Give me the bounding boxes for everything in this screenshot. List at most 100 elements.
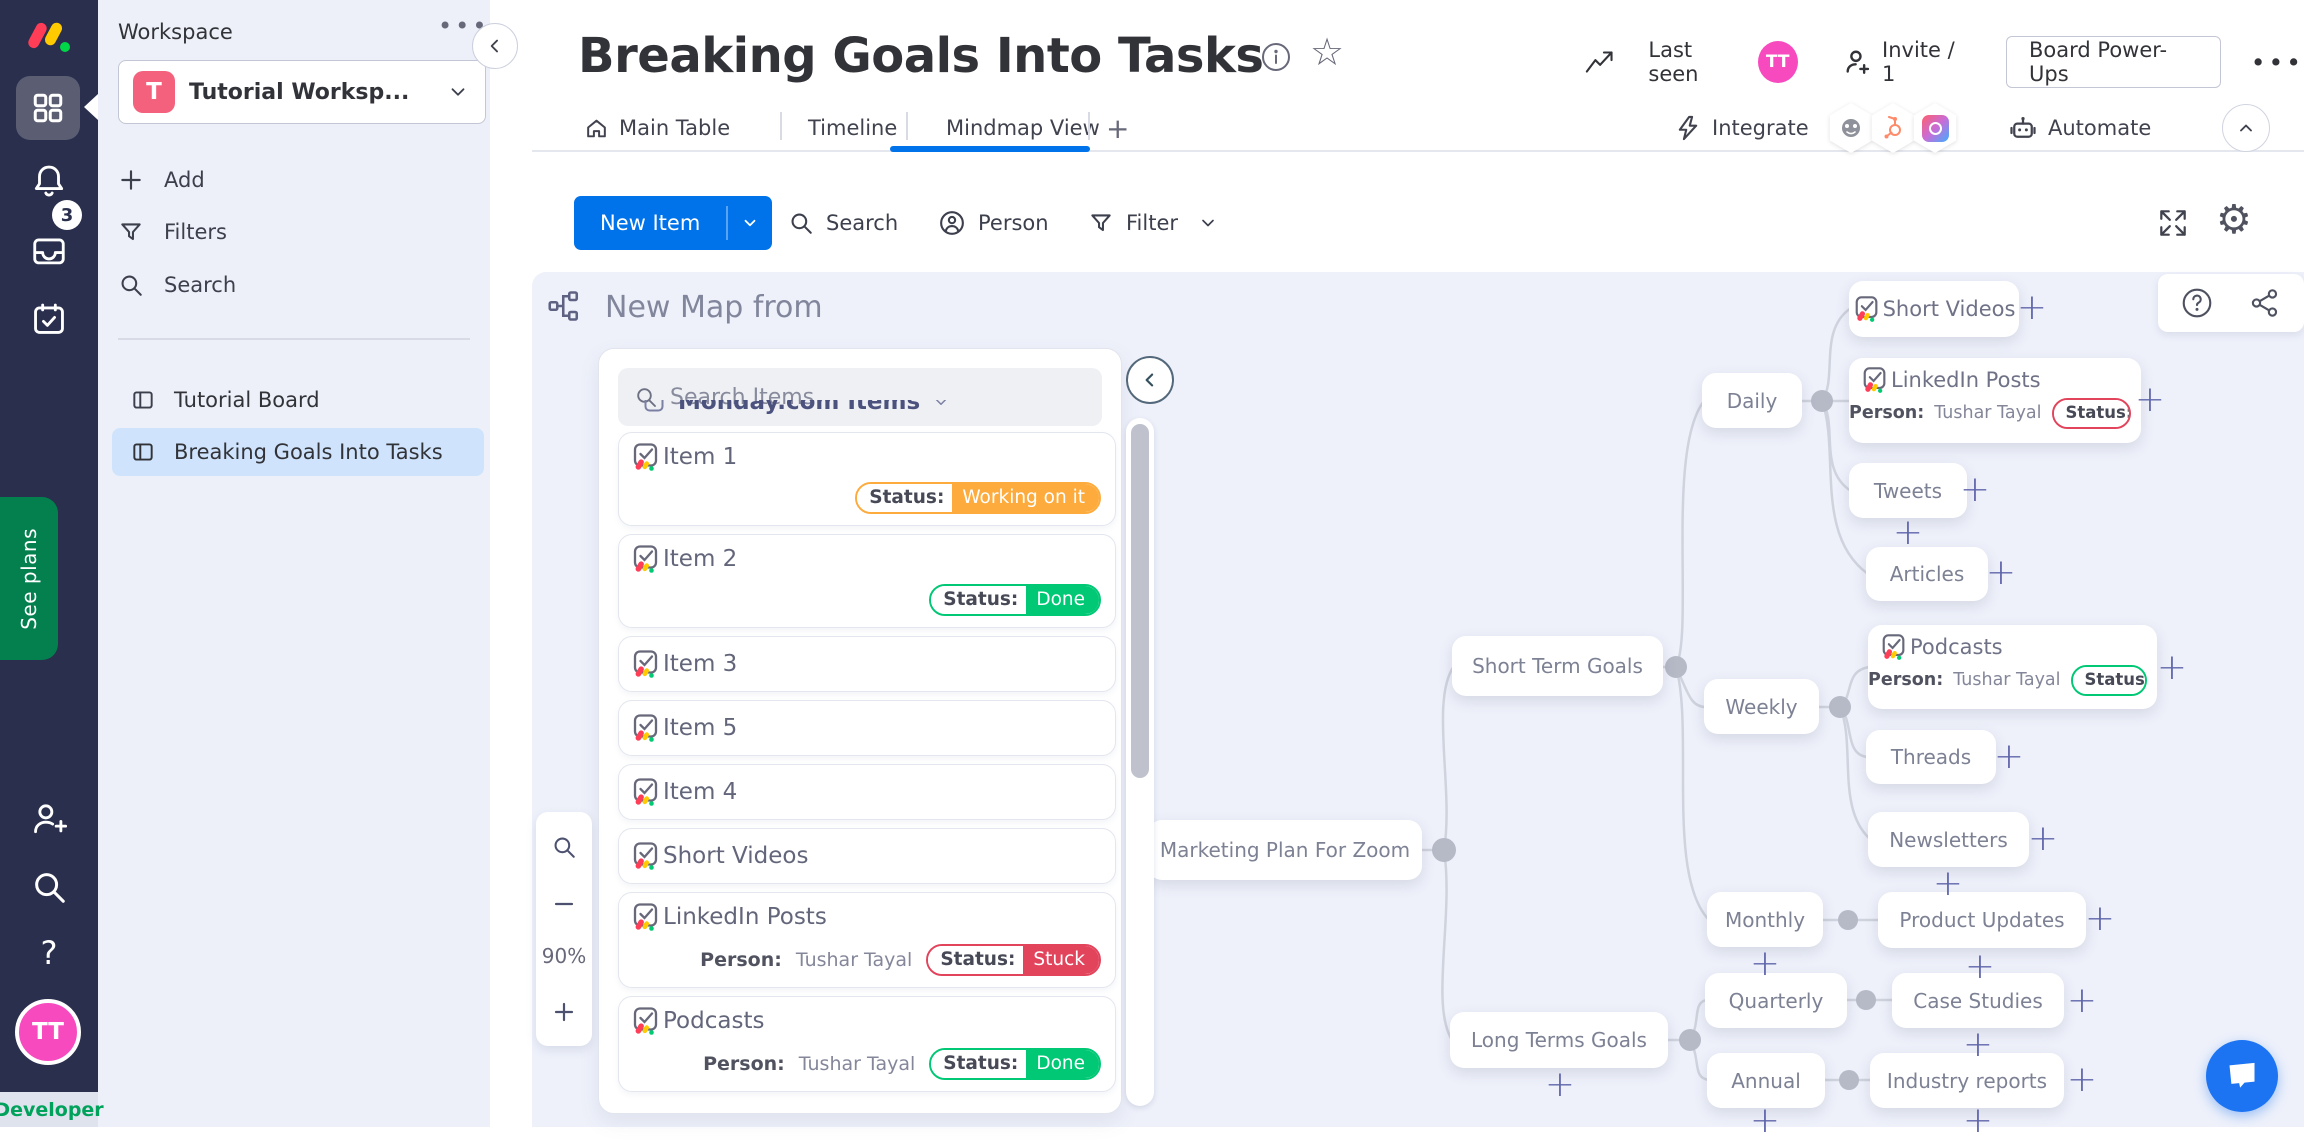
zoom-out-button[interactable]	[536, 892, 592, 916]
monday-logo[interactable]	[24, 16, 74, 62]
status-badge[interactable]: Status:Done	[929, 584, 1101, 617]
status-badge[interactable]: Status:Done	[929, 1048, 1101, 1081]
add-child-button[interactable]: +	[1986, 555, 2016, 591]
person-filter-button[interactable]: Person	[938, 196, 1049, 250]
tab-timeline[interactable]: Timeline	[808, 106, 897, 150]
add-child-button[interactable]: +	[2028, 821, 2058, 857]
automate-button[interactable]: Automate	[2008, 106, 2151, 150]
collapse-header-button[interactable]	[2222, 104, 2270, 152]
status-badge[interactable]: Status:Stuck	[2052, 398, 2131, 429]
integration-badge-adobe[interactable]	[1912, 103, 1958, 153]
item-card-item-3[interactable]: Item 3	[618, 636, 1116, 692]
global-search-button[interactable]	[0, 868, 98, 906]
add-child-button[interactable]: +	[1994, 739, 2024, 775]
mindmap-node-articles[interactable]: Articles	[1866, 547, 1988, 601]
new-item-button[interactable]: New Item	[574, 211, 726, 235]
mindmap-node-weekly[interactable]: Weekly	[1704, 679, 1819, 734]
zoom-in-button[interactable]	[536, 1000, 592, 1024]
item-card-item-5[interactable]: Item 5	[618, 700, 1116, 756]
user-avatar[interactable]: TT	[15, 999, 81, 1065]
board-power-ups-button[interactable]: Board Power-Ups	[2006, 36, 2221, 88]
invite-button[interactable]: Invite / 1	[1882, 38, 1970, 86]
item-card-podcasts[interactable]: Podcasts Person:Tushar Tayal Status:Done	[618, 996, 1116, 1092]
invite-members-button[interactable]	[0, 800, 98, 838]
add-sibling-button[interactable]: +	[1750, 1103, 1780, 1139]
favorite-star-icon[interactable]: ☆	[1310, 30, 1344, 74]
tab-mindmap-view[interactable]: Mindmap View	[946, 106, 1100, 150]
item-card-linkedin-posts[interactable]: LinkedIn Posts Person:Tushar Tayal Statu…	[618, 892, 1116, 988]
mindmap-node-root[interactable]: Marketing Plan For Zoom	[1148, 820, 1422, 880]
add-child-button[interactable]: +	[1545, 1067, 1575, 1103]
mindmap-node-linkedin-posts[interactable]: LinkedIn Posts Person:Tushar Tayal Statu…	[1849, 358, 2141, 443]
sidebar-board-breaking-goals[interactable]: Breaking Goals Into Tasks	[112, 428, 484, 476]
add-view-button[interactable]: +	[1106, 106, 1129, 150]
add-child-button[interactable]: +	[2067, 983, 2097, 1019]
add-child-button[interactable]: +	[2157, 650, 2187, 686]
mindmap-node-newsletters[interactable]: Newsletters	[1868, 812, 2029, 867]
workspaces-nav-button[interactable]	[16, 76, 80, 140]
add-sibling-button[interactable]: +	[1963, 1027, 1993, 1063]
sidebar-board-tutorial[interactable]: Tutorial Board	[112, 376, 484, 424]
notifications-button[interactable]	[0, 162, 98, 200]
add-sibling-button[interactable]: +	[1963, 1103, 1993, 1139]
add-child-button[interactable]: +	[1960, 472, 1990, 508]
panel-scrollbar-thumb[interactable]	[1131, 424, 1149, 778]
status-badge[interactable]: Status:Working on it	[855, 482, 1101, 515]
add-sibling-button[interactable]: +	[1933, 866, 1963, 902]
mindmap-node-tweets[interactable]: Tweets	[1849, 463, 1967, 518]
board-info-icon[interactable]	[1260, 41, 1292, 73]
add-child-button[interactable]: +	[2135, 382, 2165, 418]
filter-button[interactable]: Filter	[1088, 196, 1218, 250]
zoom-search-button[interactable]	[536, 834, 592, 860]
my-work-button[interactable]	[0, 300, 98, 338]
settings-gear-icon[interactable]: ⚙	[2216, 200, 2252, 240]
item-card-item-1[interactable]: Item 1 Status:Working on it	[618, 432, 1116, 526]
item-card-item-2[interactable]: Item 2 Status:Done	[618, 534, 1116, 628]
mindmap-node-long-terms-goals[interactable]: Long Terms Goals	[1450, 1012, 1668, 1068]
sidebar-item-filters[interactable]: Filters	[118, 210, 478, 254]
mindmap-node-threads[interactable]: Threads	[1866, 730, 1996, 784]
add-child-button[interactable]: +	[2067, 1062, 2097, 1098]
new-item-split-button[interactable]: New Item	[574, 196, 772, 250]
chat-widget-button[interactable]	[2206, 1040, 2278, 1112]
activity-icon[interactable]	[1584, 48, 1614, 76]
status-badge[interactable]: Status:Done	[2071, 665, 2147, 696]
inbox-button[interactable]	[0, 232, 98, 270]
add-child-button[interactable]: +	[2085, 901, 2115, 937]
mindmap-node-daily[interactable]: Daily	[1702, 373, 1802, 428]
collapse-sidebar-button[interactable]	[472, 23, 518, 69]
add-sibling-button[interactable]: +	[1893, 515, 1923, 551]
sidebar-item-search[interactable]: Search	[118, 263, 478, 307]
item-card-short-videos[interactable]: Short Videos	[618, 828, 1116, 884]
add-sibling-button[interactable]: +	[1965, 949, 1995, 985]
last-seen-avatar[interactable]: TT	[1758, 41, 1798, 83]
page-title[interactable]: Breaking Goals Into Tasks	[578, 28, 1264, 84]
board-icon	[130, 387, 156, 413]
help-circle-icon[interactable]	[2180, 286, 2214, 320]
mindmap-node-podcasts[interactable]: Podcasts Person:Tushar Tayal Status:Done	[1868, 625, 2157, 709]
status-badge[interactable]: Status:Stuck	[926, 944, 1101, 977]
mindmap-node-short-term-goals[interactable]: Short Term Goals	[1452, 636, 1663, 696]
sidebar-item-add[interactable]: Add	[118, 158, 478, 202]
integration-badge-mailchimp[interactable]	[1828, 103, 1874, 153]
item-card-item-4[interactable]: Item 4	[618, 764, 1116, 820]
workspace-selector[interactable]: T Tutorial Worksp...	[118, 60, 486, 124]
search-items-button[interactable]: Search	[788, 196, 898, 250]
collapse-panel-button[interactable]	[1126, 356, 1174, 404]
mindmap-node-product-updates[interactable]: Product Updates	[1878, 892, 2086, 948]
help-button[interactable]: ?	[0, 934, 98, 972]
integrate-button[interactable]: Integrate	[1674, 106, 1809, 150]
person-label: Person	[978, 211, 1049, 235]
new-item-dropdown[interactable]	[728, 214, 772, 232]
mindmap-node-short-videos[interactable]: Short Videos	[1849, 281, 2019, 337]
items-group-header[interactable]: Monday.com Items	[642, 400, 972, 421]
header-more-menu[interactable]: •••	[2251, 48, 2304, 77]
tab-main-table[interactable]: Main Table	[584, 106, 730, 150]
integration-badge-hubspot[interactable]	[1870, 103, 1916, 153]
see-plans-button[interactable]: See plans	[0, 497, 58, 660]
add-sibling-button[interactable]: +	[1750, 946, 1780, 982]
add-child-button[interactable]: +	[2017, 290, 2047, 326]
mindmap-node-monthly[interactable]: Monthly	[1707, 892, 1823, 947]
fullscreen-button[interactable]	[2156, 206, 2190, 240]
share-icon[interactable]	[2248, 286, 2282, 320]
